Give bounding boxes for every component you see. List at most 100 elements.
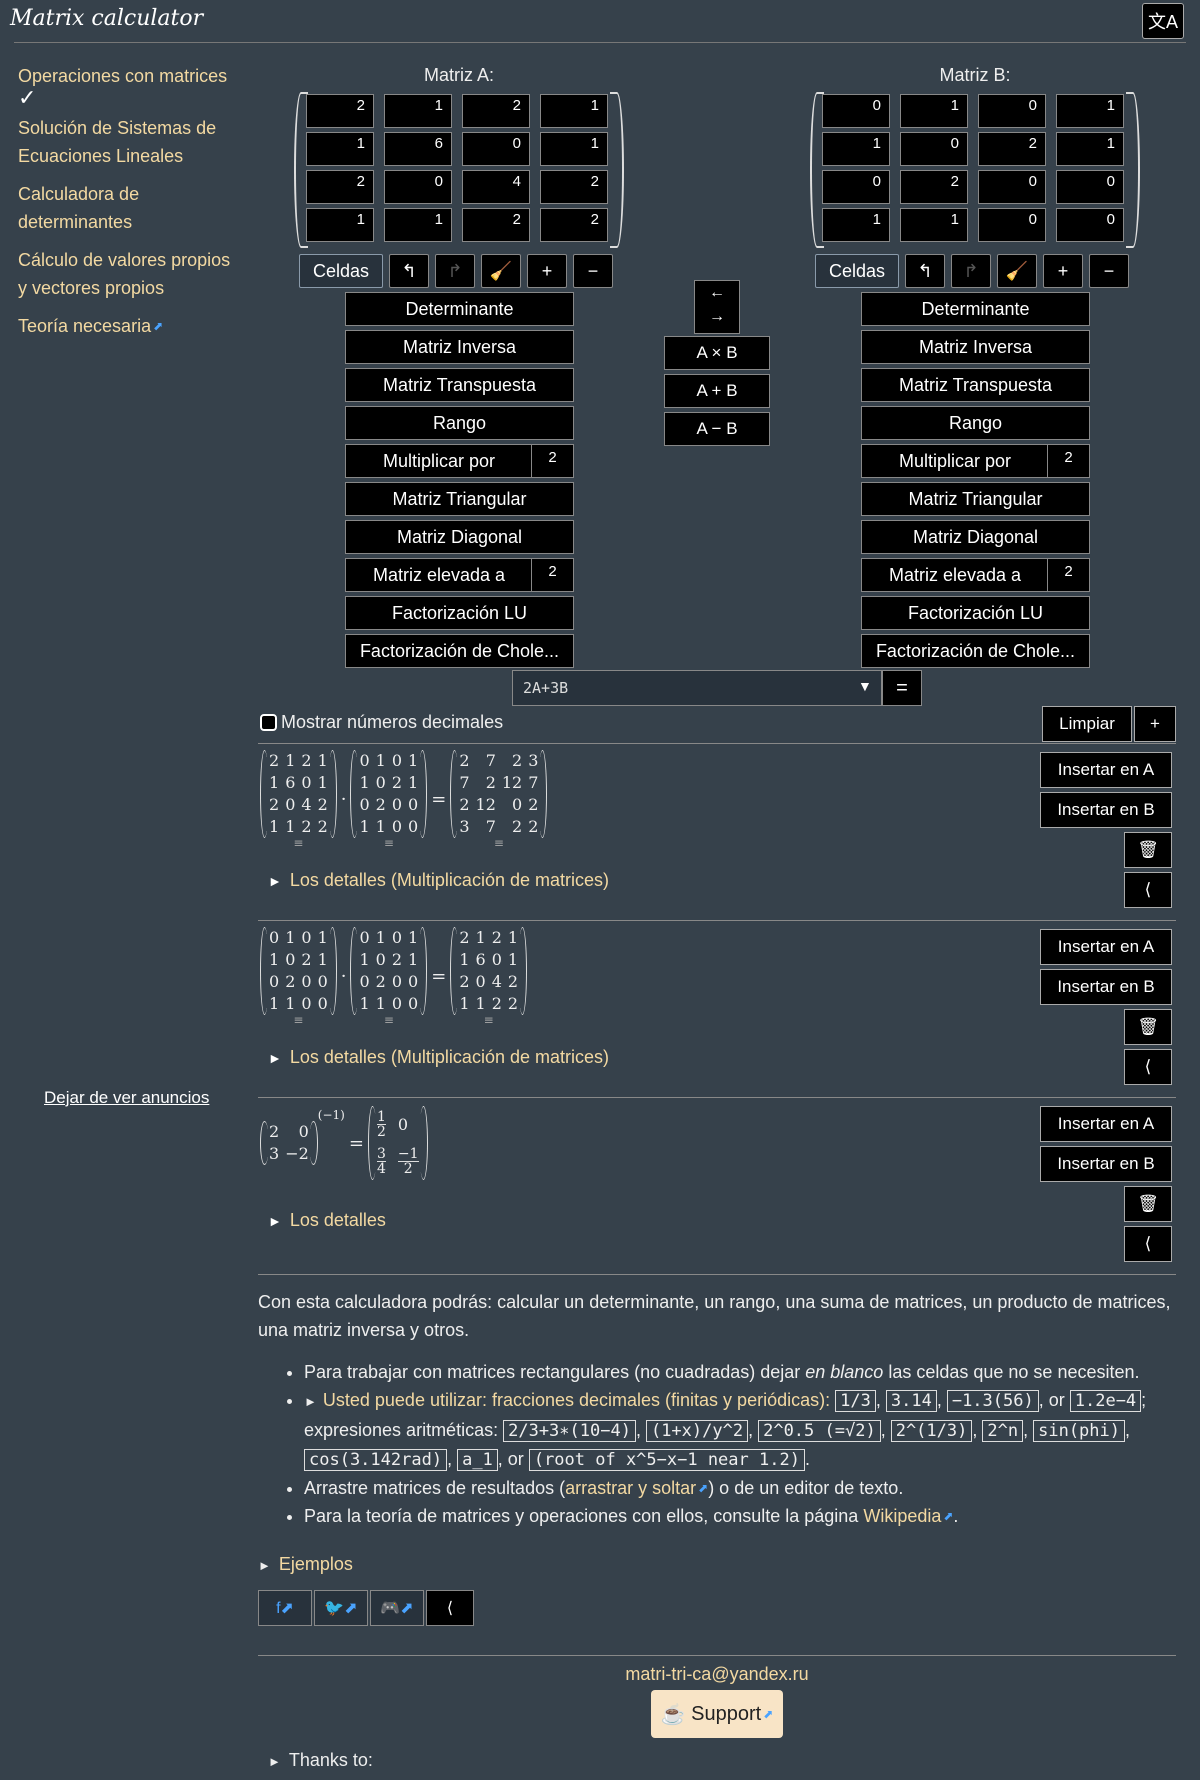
clear-matrix-button-a[interactable]: 🧹 bbox=[481, 254, 521, 288]
redo-button-b[interactable]: ↱ bbox=[951, 254, 991, 288]
add-size-button-b[interactable]: + bbox=[1043, 254, 1083, 288]
result-1-details[interactable]: ► Los detalles (Multiplicación de matrice… bbox=[268, 870, 609, 891]
matrix-cell-input[interactable]: 1 bbox=[1056, 94, 1124, 128]
matrix-cell-input[interactable]: 2 bbox=[462, 94, 530, 128]
lu-button-b[interactable]: Factorización LU bbox=[861, 596, 1090, 630]
decimals-checkbox[interactable] bbox=[260, 714, 277, 731]
matrix-cell-input[interactable]: 1 bbox=[540, 94, 608, 128]
matrix-cell-input[interactable]: 2 bbox=[540, 208, 608, 242]
matrix-cell-input[interactable]: 0 bbox=[822, 94, 890, 128]
matrix-cell-input[interactable]: 0 bbox=[900, 132, 968, 166]
diagonal-button-b[interactable]: Matriz Diagonal bbox=[861, 520, 1090, 554]
matrix-cell-input[interactable]: 4 bbox=[462, 170, 530, 204]
contact-email[interactable]: matri-tri-ca@yandex.ru bbox=[258, 1664, 1176, 1685]
lu-button-a[interactable]: Factorización LU bbox=[345, 596, 574, 630]
add-result-button[interactable]: + bbox=[1134, 706, 1176, 742]
power-value-a[interactable]: 2 bbox=[531, 559, 573, 591]
multiply-button-b[interactable]: Multiplicar por 2 bbox=[861, 444, 1090, 478]
undo-button-b[interactable]: ↰ bbox=[905, 254, 945, 288]
drag-handle-icon[interactable]: ≡ bbox=[450, 837, 547, 849]
matrix-cell-input[interactable]: 1 bbox=[540, 132, 608, 166]
support-button[interactable]: ☕ Support ⬈ bbox=[651, 1690, 783, 1738]
matrix-cell-input[interactable]: 1 bbox=[822, 132, 890, 166]
cholesky-button-a[interactable]: Factorización de Chole... bbox=[345, 634, 574, 668]
input-formats-link[interactable]: Usted puede utilizar: fracciones decimal… bbox=[323, 1390, 830, 1410]
matrix-cell-input[interactable]: 2 bbox=[462, 208, 530, 242]
power-value-b[interactable]: 2 bbox=[1047, 559, 1089, 591]
result-2-details[interactable]: ► Los detalles (Multiplicación de matrice… bbox=[268, 1047, 609, 1068]
triangular-button-b[interactable]: Matriz Triangular bbox=[861, 482, 1090, 516]
insert-b-button[interactable]: Insertar en B bbox=[1040, 792, 1172, 828]
matrix-cell-input[interactable]: 0 bbox=[978, 170, 1046, 204]
discord-share-button[interactable]: 🎮⬈ bbox=[370, 1590, 424, 1626]
transpose-button-b[interactable]: Matriz Transpuesta bbox=[861, 368, 1090, 402]
insert-b-button[interactable]: Insertar en B bbox=[1040, 969, 1172, 1005]
matrix-cell-input[interactable]: 0 bbox=[978, 94, 1046, 128]
add-size-button-a[interactable]: + bbox=[527, 254, 567, 288]
insert-b-button[interactable]: Insertar en B bbox=[1040, 1146, 1172, 1182]
power-button-b[interactable]: Matriz elevada a 2 bbox=[861, 558, 1090, 592]
multiply-button-a[interactable]: Multiplicar por 2 bbox=[345, 444, 574, 478]
cholesky-button-b[interactable]: Factorización de Chole... bbox=[861, 634, 1090, 668]
drag-handle-icon[interactable]: ≡ bbox=[350, 837, 427, 849]
multiply-value-a[interactable]: 2 bbox=[531, 445, 573, 477]
cells-button-b[interactable]: Celdas bbox=[815, 254, 899, 288]
matrix-cell-input[interactable]: 1 bbox=[306, 208, 374, 242]
insert-a-button[interactable]: Insertar en A bbox=[1040, 929, 1172, 965]
matrix-cell-input[interactable]: 0 bbox=[978, 208, 1046, 242]
examples-toggle[interactable]: ► Ejemplos bbox=[258, 1550, 1188, 1580]
clear-matrix-button-b[interactable]: 🧹 bbox=[997, 254, 1037, 288]
decimals-toggle[interactable]: Mostrar números decimales bbox=[260, 712, 503, 733]
rank-button-b[interactable]: Rango bbox=[861, 406, 1090, 440]
matrix-cell-input[interactable]: 0 bbox=[384, 170, 452, 204]
thanks-toggle[interactable]: ► Thanks to: bbox=[268, 1750, 373, 1771]
share-button[interactable]: ⟨ bbox=[426, 1590, 474, 1626]
matrix-cell-input[interactable]: 1 bbox=[384, 208, 452, 242]
matrix-cell-input[interactable]: 6 bbox=[384, 132, 452, 166]
matrix-cell-input[interactable]: 2 bbox=[306, 94, 374, 128]
matrix-cell-input[interactable]: 1 bbox=[822, 208, 890, 242]
sidebar-item-matrix-operations[interactable]: Operaciones con matrices bbox=[18, 62, 243, 90]
determinant-button-a[interactable]: Determinante bbox=[345, 292, 574, 326]
facebook-share-button[interactable]: f⬈ bbox=[258, 1590, 312, 1626]
inverse-button-b[interactable]: Matriz Inversa bbox=[861, 330, 1090, 364]
sidebar-item-linear-systems[interactable]: Solución de Sistemas de Ecuaciones Linea… bbox=[18, 114, 243, 170]
matrix-cell-input[interactable]: 0 bbox=[1056, 170, 1124, 204]
transpose-button-a[interactable]: Matriz Transpuesta bbox=[345, 368, 574, 402]
result-3-details[interactable]: ► Los detalles bbox=[268, 1210, 386, 1231]
insert-a-button[interactable]: Insertar en A bbox=[1040, 752, 1172, 788]
insert-a-button[interactable]: Insertar en A bbox=[1040, 1106, 1172, 1142]
matrix-cell-input[interactable]: 1 bbox=[306, 132, 374, 166]
stop-ads-link[interactable]: Dejar de ver anuncios bbox=[44, 1088, 209, 1108]
wikipedia-link[interactable]: Wikipedia ⬈ bbox=[863, 1506, 953, 1526]
matrix-cell-input[interactable]: 1 bbox=[1056, 132, 1124, 166]
drag-handle-icon[interactable]: ≡ bbox=[260, 837, 337, 849]
share-result-button[interactable]: ⟨ bbox=[1124, 872, 1172, 908]
dropdown-arrow-icon[interactable]: ▼ bbox=[858, 678, 872, 694]
matrix-cell-input[interactable]: 1 bbox=[900, 94, 968, 128]
matrix-cell-input[interactable]: 0 bbox=[1056, 208, 1124, 242]
reduce-size-button-b[interactable]: − bbox=[1089, 254, 1129, 288]
redo-button-a[interactable]: ↱ bbox=[435, 254, 475, 288]
evaluate-button[interactable]: = bbox=[882, 670, 922, 706]
matrix-cell-input[interactable]: 1 bbox=[384, 94, 452, 128]
swap-matrices-button[interactable]: ← → bbox=[694, 280, 740, 334]
multiply-ab-button[interactable]: A × B bbox=[664, 336, 770, 370]
matrix-cell-input[interactable]: 0 bbox=[822, 170, 890, 204]
power-button-a[interactable]: Matriz elevada a 2 bbox=[345, 558, 574, 592]
sidebar-item-eigenvalues[interactable]: Cálculo de valores propios y vectores pr… bbox=[18, 246, 243, 302]
triangular-button-a[interactable]: Matriz Triangular bbox=[345, 482, 574, 516]
delete-result-button[interactable]: 🗑 bbox=[1124, 832, 1172, 868]
delete-result-button[interactable]: 🗑 bbox=[1124, 1186, 1172, 1222]
matrix-cell-input[interactable]: 0 bbox=[462, 132, 530, 166]
sidebar-item-theory[interactable]: Teoría necesaria ⬈ bbox=[18, 312, 243, 340]
matrix-cell-input[interactable]: 2 bbox=[900, 170, 968, 204]
translate-button[interactable]: 文A bbox=[1142, 3, 1184, 39]
drag-handle-icon[interactable]: ≡ bbox=[350, 1014, 427, 1026]
add-ab-button[interactable]: A + B bbox=[664, 374, 770, 408]
drag-handle-icon[interactable]: ≡ bbox=[260, 1014, 337, 1026]
matrix-cell-input[interactable]: 1 bbox=[900, 208, 968, 242]
drag-drop-link[interactable]: arrastrar y soltar ⬈ bbox=[565, 1478, 708, 1498]
expression-input[interactable]: 2A+3B bbox=[512, 670, 882, 706]
rank-button-a[interactable]: Rango bbox=[345, 406, 574, 440]
